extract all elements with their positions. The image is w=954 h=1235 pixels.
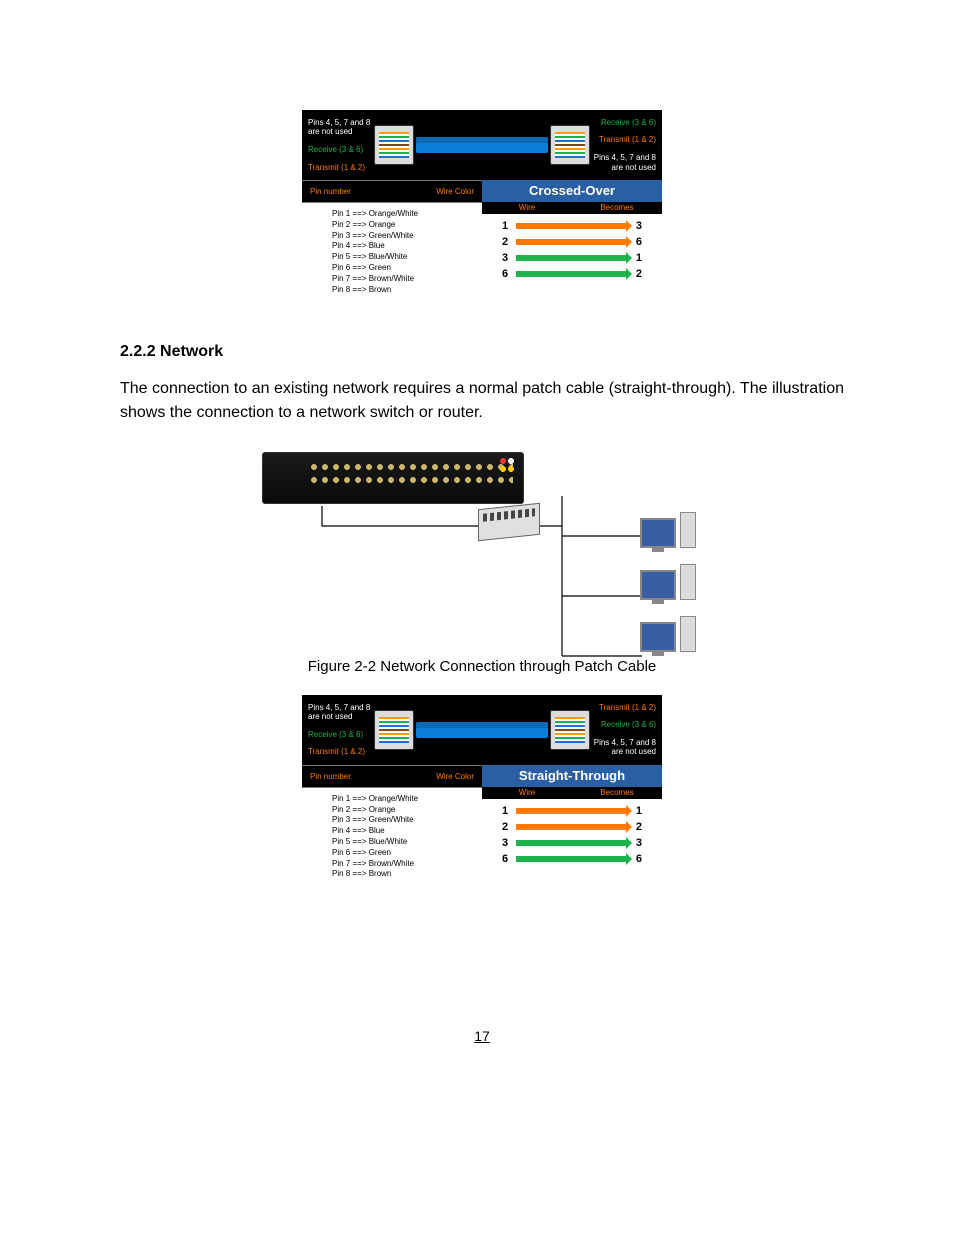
wire-to: 2 bbox=[636, 268, 642, 280]
rj45-plug-right-icon bbox=[550, 710, 590, 750]
label-transmit-right: Transmit (1 & 2) bbox=[590, 135, 656, 145]
wire-from: 6 bbox=[502, 268, 508, 280]
label-unused-left: Pins 4, 5, 7 and 8 are not used bbox=[308, 703, 374, 722]
pin-header-number: Pin number bbox=[310, 772, 351, 781]
pin-rows-straight: Pin 1 ==> Orange/WhitePin 2 ==> OrangePi… bbox=[302, 788, 482, 888]
label-transmit-left: Transmit (1 & 2) bbox=[308, 747, 374, 757]
pin-row: Pin 7 ==> Brown/White bbox=[332, 859, 472, 870]
wire-to: 1 bbox=[636, 805, 642, 817]
arrow-icon bbox=[516, 271, 628, 277]
pin-rows-crossover: Pin 1 ==> Orange/WhitePin 2 ==> OrangePi… bbox=[302, 203, 482, 303]
label-receive-right: Receive (3 & 6) bbox=[590, 118, 656, 128]
wire-from: 2 bbox=[502, 821, 508, 833]
page-number: 17 bbox=[120, 1028, 844, 1044]
arrow-icon bbox=[516, 808, 628, 814]
wire-to: 6 bbox=[636, 853, 642, 865]
wire-map-row: 1 3 bbox=[494, 218, 650, 234]
pin-row: Pin 8 ==> Brown bbox=[332, 285, 472, 296]
crossover-sub-wire: Wire bbox=[482, 202, 572, 214]
pin-row: Pin 1 ==> Orange/White bbox=[332, 794, 472, 805]
wire-map-row: 2 2 bbox=[494, 819, 650, 835]
pin-row: Pin 8 ==> Brown bbox=[332, 869, 472, 880]
straight-sub-wire: Wire bbox=[482, 787, 572, 799]
straight-sub-becomes: Becomes bbox=[572, 787, 662, 799]
wire-to: 3 bbox=[636, 220, 642, 232]
wire-map-row: 3 3 bbox=[494, 835, 650, 851]
crossover-map-rows: 1 3 2 6 3 1 6 2 bbox=[482, 214, 662, 290]
wire-from: 1 bbox=[502, 220, 508, 232]
figure-straight-pinout: Pins 4, 5, 7 and 8 are not used Receive … bbox=[120, 695, 844, 888]
cable-icon bbox=[416, 137, 548, 153]
figure-crossover-pinout: Pins 4, 5, 7 and 8 are not used Receive … bbox=[120, 110, 844, 303]
pin-row: Pin 5 ==> Blue/White bbox=[332, 252, 472, 263]
crossover-title: Crossed-Over bbox=[482, 180, 662, 202]
wire-to: 1 bbox=[636, 252, 642, 264]
wire-to: 2 bbox=[636, 821, 642, 833]
arrow-icon bbox=[516, 255, 628, 261]
arrow-icon bbox=[516, 856, 628, 862]
arrow-icon bbox=[516, 239, 628, 245]
wire-to: 3 bbox=[636, 837, 642, 849]
label-unused-left: Pins 4, 5, 7 and 8 are not used bbox=[308, 118, 374, 137]
pin-row: Pin 5 ==> Blue/White bbox=[332, 837, 472, 848]
pin-row: Pin 6 ==> Green bbox=[332, 263, 472, 274]
wire-map-row: 6 6 bbox=[494, 851, 650, 867]
crossover-sub-becomes: Becomes bbox=[572, 202, 662, 214]
label-receive-left: Receive (3 & 6) bbox=[308, 145, 374, 155]
wire-map-row: 3 1 bbox=[494, 250, 650, 266]
wire-from: 3 bbox=[502, 252, 508, 264]
straight-map-rows: 1 1 2 2 3 3 6 6 bbox=[482, 799, 662, 875]
pin-row: Pin 1 ==> Orange/White bbox=[332, 209, 472, 220]
pin-row: Pin 4 ==> Blue bbox=[332, 241, 472, 252]
pin-header-color: Wire Color bbox=[436, 187, 474, 196]
wire-map-row: 1 1 bbox=[494, 803, 650, 819]
wire-from: 1 bbox=[502, 805, 508, 817]
rj45-plug-right-icon bbox=[550, 125, 590, 165]
section-body-network: The connection to an existing network re… bbox=[120, 377, 844, 423]
rj45-plug-left-icon bbox=[374, 710, 414, 750]
label-unused-right: Pins 4, 5, 7 and 8 are not used bbox=[590, 153, 656, 172]
pin-header-number: Pin number bbox=[310, 187, 351, 196]
cable-icon bbox=[416, 722, 548, 738]
pin-row: Pin 3 ==> Green/White bbox=[332, 815, 472, 826]
arrow-icon bbox=[516, 223, 628, 229]
arrow-icon bbox=[516, 824, 628, 830]
pin-header-color: Wire Color bbox=[436, 772, 474, 781]
wire-from: 6 bbox=[502, 853, 508, 865]
pin-row: Pin 2 ==> Orange bbox=[332, 220, 472, 231]
crossover-diagram: Pins 4, 5, 7 and 8 are not used Receive … bbox=[302, 110, 662, 303]
label-receive-right: Receive (3 & 6) bbox=[590, 720, 656, 730]
wire-to: 6 bbox=[636, 236, 642, 248]
label-transmit-right: Transmit (1 & 2) bbox=[590, 703, 656, 713]
pin-row: Pin 7 ==> Brown/White bbox=[332, 274, 472, 285]
rj45-plug-left-icon bbox=[374, 125, 414, 165]
pin-row: Pin 3 ==> Green/White bbox=[332, 231, 472, 242]
label-unused-right: Pins 4, 5, 7 and 8 are not used bbox=[590, 738, 656, 757]
wire-map-row: 2 6 bbox=[494, 234, 650, 250]
straight-diagram: Pins 4, 5, 7 and 8 are not used Receive … bbox=[302, 695, 662, 888]
pin-row: Pin 4 ==> Blue bbox=[332, 826, 472, 837]
label-receive-left: Receive (3 & 6) bbox=[308, 730, 374, 740]
straight-title: Straight-Through bbox=[482, 765, 662, 787]
wire-from: 3 bbox=[502, 837, 508, 849]
wire-map-row: 6 2 bbox=[494, 266, 650, 282]
label-transmit-left: Transmit (1 & 2) bbox=[308, 163, 374, 173]
figure-network-topology: Figure 2-2 Network Connection through Pa… bbox=[120, 452, 844, 675]
section-title-network: 2.2.2 Network bbox=[120, 343, 844, 361]
pin-row: Pin 2 ==> Orange bbox=[332, 805, 472, 816]
wire-from: 2 bbox=[502, 236, 508, 248]
network-switch-icon bbox=[478, 502, 540, 541]
pin-row: Pin 6 ==> Green bbox=[332, 848, 472, 859]
arrow-icon bbox=[516, 840, 628, 846]
